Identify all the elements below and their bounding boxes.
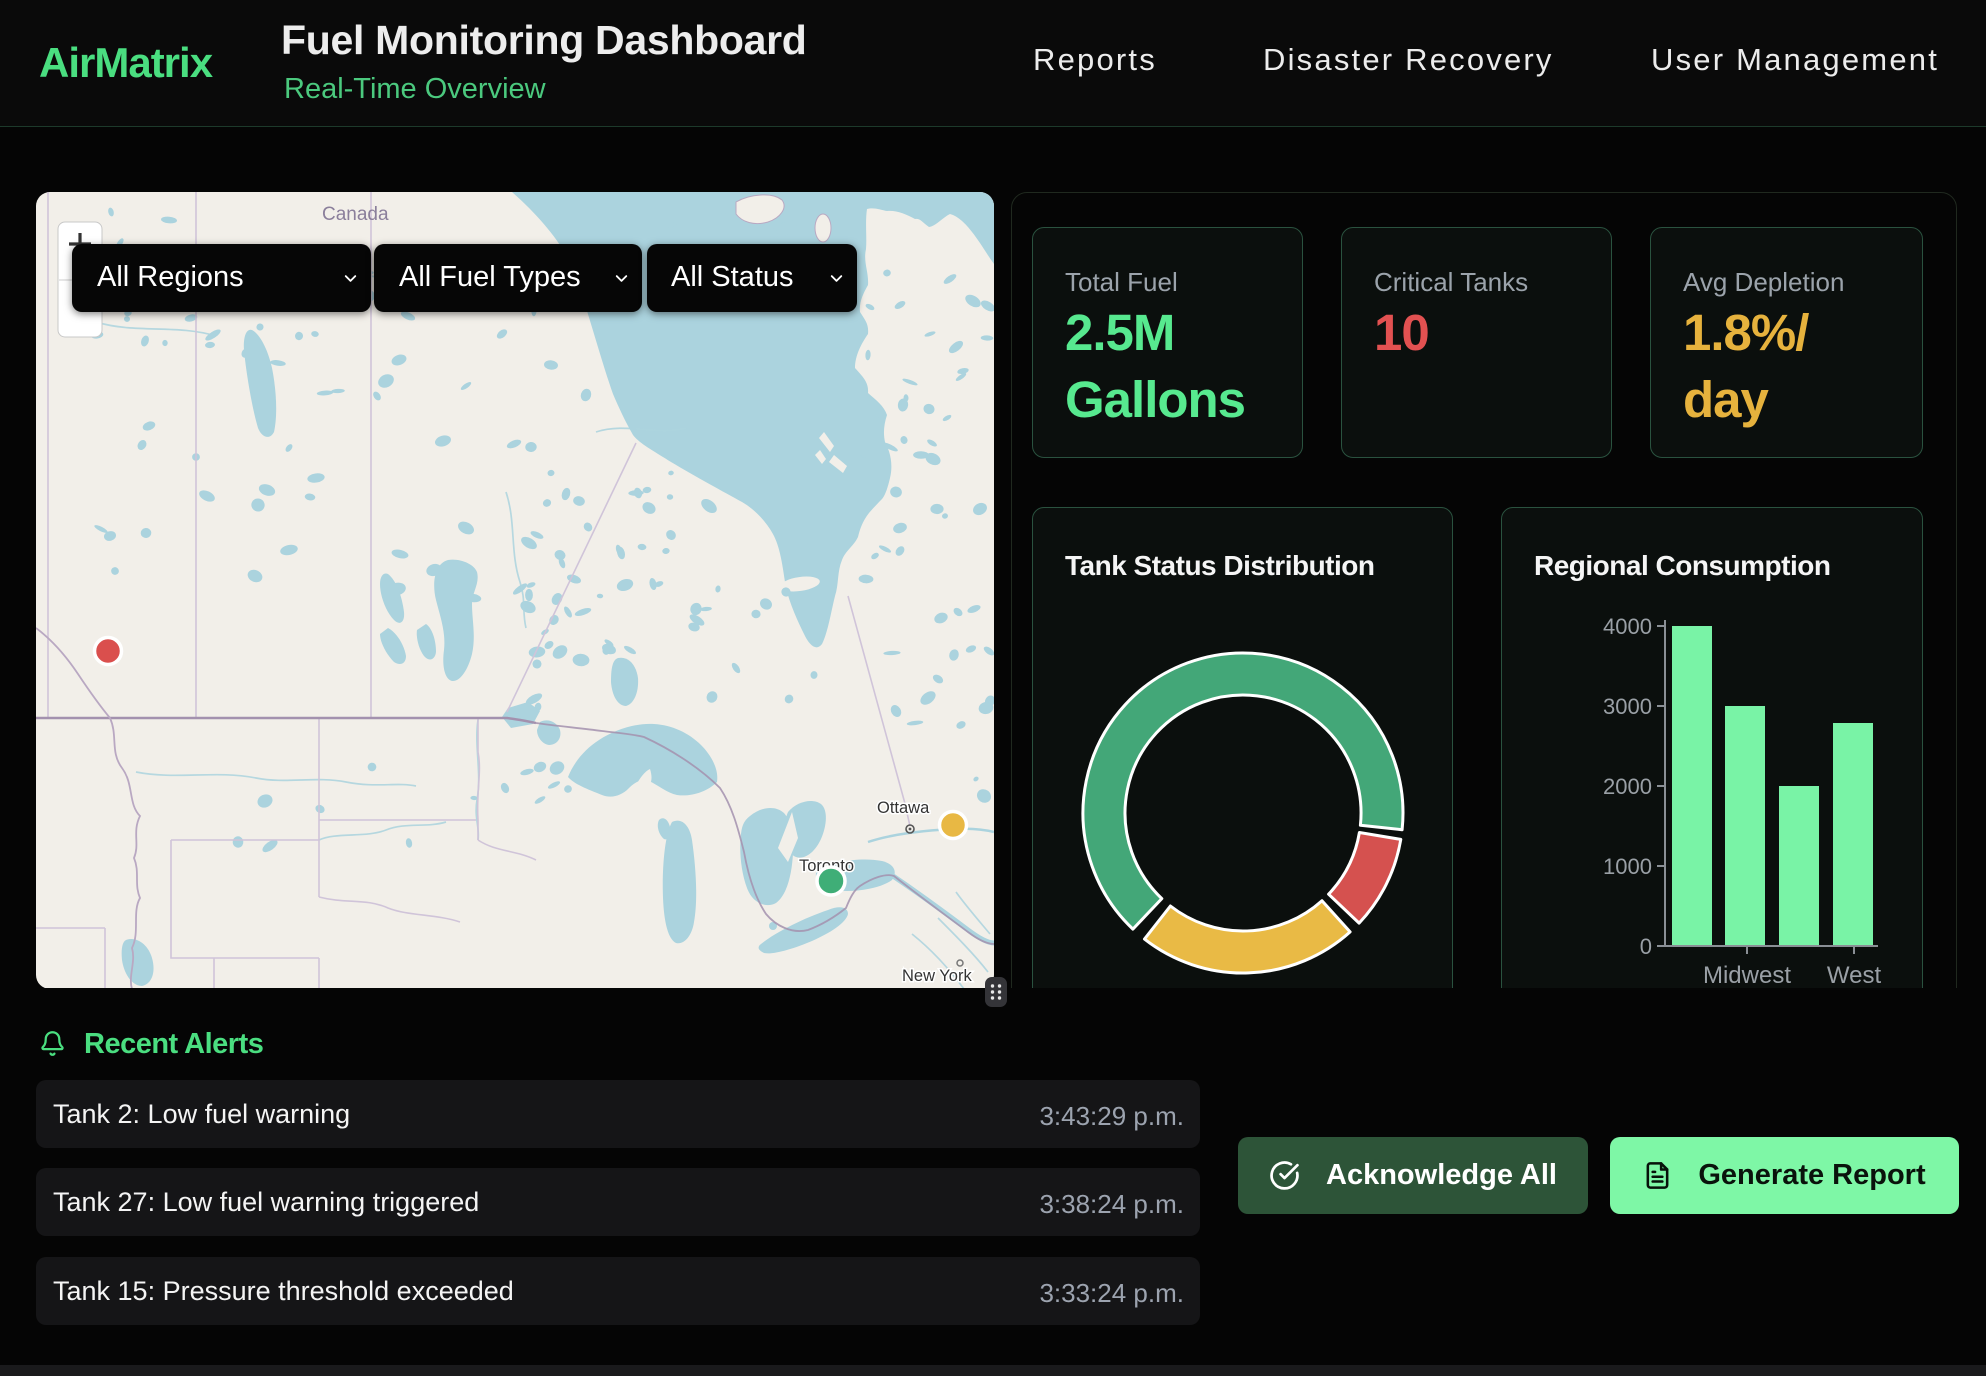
- svg-text:2000: 2000: [1603, 774, 1652, 799]
- svg-text:Ottawa: Ottawa: [877, 799, 930, 817]
- svg-text:4000: 4000: [1603, 614, 1652, 639]
- svg-text:1000: 1000: [1603, 854, 1652, 879]
- svg-text:Midwest: Midwest: [1703, 962, 1791, 989]
- svg-text:Canada: Canada: [322, 204, 389, 225]
- svg-text:3000: 3000: [1603, 694, 1652, 719]
- svg-text:New York: New York: [902, 967, 972, 985]
- svg-text:West: West: [1827, 962, 1882, 989]
- svg-text:0: 0: [1640, 934, 1652, 959]
